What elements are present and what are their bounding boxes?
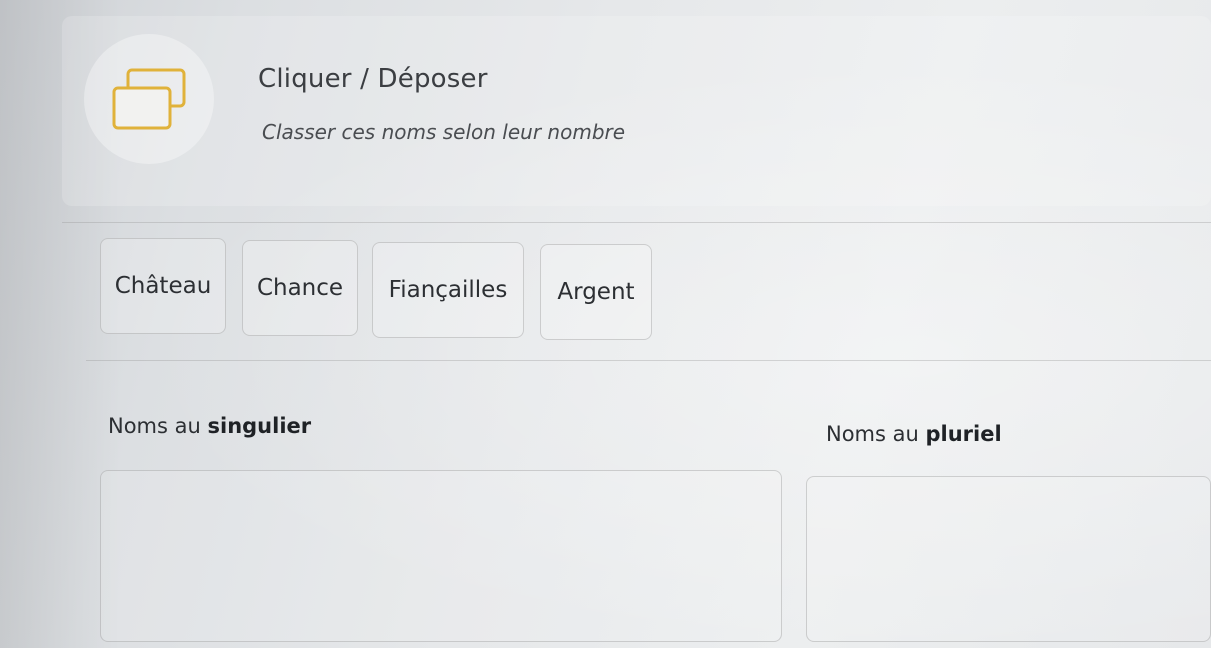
- drop-zone-singular[interactable]: [100, 470, 782, 642]
- activity-instruction: Classer ces noms selon leur nombre: [262, 120, 626, 144]
- word-card[interactable]: Fiançailles: [372, 242, 524, 338]
- word-label: Fiançailles: [388, 277, 508, 303]
- divider: [86, 360, 1211, 361]
- word-bank: Château Chance Fiançailles Argent: [86, 232, 1211, 358]
- drag-drop-windows-icon: [112, 68, 186, 130]
- activity-header: [62, 16, 1211, 206]
- activity-type-title: Cliquer / Déposer: [258, 64, 488, 94]
- word-card[interactable]: Chance: [242, 240, 358, 336]
- word-card[interactable]: Argent: [540, 244, 652, 340]
- zone-label-plural: Noms au pluriel: [826, 422, 1002, 446]
- word-label: Chance: [256, 275, 344, 301]
- word-label: Argent: [557, 279, 635, 305]
- word-card[interactable]: Château: [100, 238, 226, 334]
- activity-icon-badge: [84, 34, 214, 164]
- divider: [62, 222, 1211, 223]
- zone-label-singular: Noms au singulier: [108, 414, 312, 438]
- word-label: Château: [114, 273, 212, 299]
- drop-zone-plural[interactable]: [806, 476, 1211, 642]
